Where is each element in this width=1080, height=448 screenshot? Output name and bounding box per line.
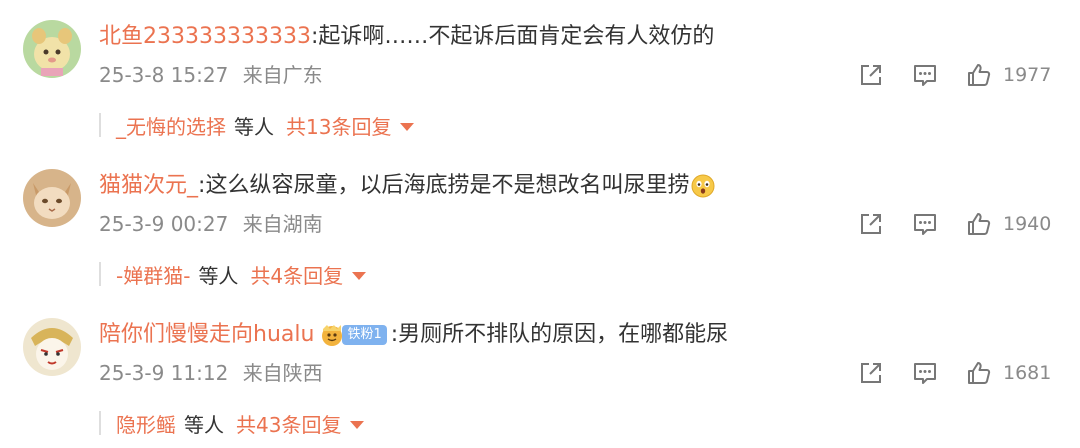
like-count: 1681 xyxy=(1003,362,1052,384)
surprised-face-icon xyxy=(691,174,715,198)
avatar[interactable] xyxy=(23,20,81,78)
comment-actions: 1977 xyxy=(858,58,1058,92)
timestamp: 25-3-9 00:27 xyxy=(99,212,229,236)
reply-divider xyxy=(99,113,101,137)
reply-summary[interactable]: -婵群猫- 等人 共4条回复 xyxy=(99,259,459,289)
comment-item: 北鱼233333333333 : 起诉啊……不起诉后面肯定会有人效仿的 25-3… xyxy=(0,0,1080,150)
comment-text: 男厕所不排队的原因，在哪都能尿 xyxy=(398,322,729,347)
dropdown-arrow-icon[interactable] xyxy=(350,420,365,429)
like-icon[interactable] xyxy=(966,211,992,237)
like-icon[interactable] xyxy=(966,62,992,88)
comment-icon[interactable] xyxy=(912,211,938,237)
comment-meta: 25-3-8 15:27 来自广东 xyxy=(99,60,323,90)
comment-feed: 北鱼233333333333 : 起诉啊……不起诉后面肯定会有人效仿的 25-3… xyxy=(0,0,1080,448)
comment-text-line: 陪你们慢慢走向hualu 铁粉1 : 男厕所不排队的原因，在哪都能尿 xyxy=(99,318,728,352)
location: 来自陕西 xyxy=(242,361,323,385)
share-icon[interactable] xyxy=(858,360,884,386)
share-icon[interactable] xyxy=(858,211,884,237)
username-link[interactable]: 陪你们慢慢走向hualu xyxy=(99,318,314,352)
avatar[interactable] xyxy=(23,169,81,227)
comment-text: 起诉啊……不起诉后面肯定会有人效仿的 xyxy=(318,24,715,49)
comment-text-line: 北鱼233333333333 : 起诉啊……不起诉后面肯定会有人效仿的 xyxy=(99,20,714,54)
reply-summary[interactable]: _无悔的选择 等人 共13条回复 xyxy=(99,110,459,140)
comment-item: 猫猫次元_ : 这么纵容尿童，以后海底捞是不是想改名叫尿里捞 25-3-9 00… xyxy=(0,149,1080,299)
colon: : xyxy=(310,24,319,49)
reply-count-link[interactable]: 共4条回复 xyxy=(250,260,343,289)
timestamp: 25-3-9 11:12 xyxy=(99,361,229,385)
like-count: 1940 xyxy=(1003,213,1052,235)
comment-text: 这么纵容尿童，以后海底捞是不是想改名叫尿里捞 xyxy=(205,173,690,198)
reply-etc: 等人 xyxy=(234,114,274,139)
comment-item: 陪你们慢慢走向hualu 铁粉1 : 男厕所不排队的原因，在哪都能尿 25-3-… xyxy=(0,298,1080,448)
colon: : xyxy=(198,173,206,198)
comment-actions: 1940 xyxy=(858,207,1058,241)
reply-etc: 等人 xyxy=(184,412,224,437)
reply-count-link[interactable]: 共13条回复 xyxy=(286,111,391,140)
like-count: 1977 xyxy=(1003,64,1052,86)
reply-count-link[interactable]: 共43条回复 xyxy=(236,409,341,438)
avatar[interactable] xyxy=(23,318,81,376)
reply-username[interactable]: 隐形鳐 xyxy=(116,409,176,438)
timestamp: 25-3-8 15:27 xyxy=(99,63,229,87)
location: 来自广东 xyxy=(242,63,323,87)
like-icon[interactable] xyxy=(966,360,992,386)
comment-text-line: 猫猫次元_ : 这么纵容尿童，以后海底捞是不是想改名叫尿里捞 xyxy=(99,169,715,203)
comment-meta: 25-3-9 00:27 来自湖南 xyxy=(99,209,323,239)
reply-etc: 等人 xyxy=(198,263,239,288)
reply-username[interactable]: _无悔的选择 xyxy=(116,111,226,140)
reply-divider xyxy=(99,411,101,435)
reply-divider xyxy=(99,262,101,286)
colon: : xyxy=(390,322,399,347)
reply-summary[interactable]: 隐形鳐 等人 共43条回复 xyxy=(99,408,459,438)
location: 来自湖南 xyxy=(242,212,323,236)
comment-icon[interactable] xyxy=(912,62,938,88)
fan-level-badge: 铁粉1 xyxy=(342,325,387,345)
comment-actions: 1681 xyxy=(858,356,1058,390)
dropdown-arrow-icon[interactable] xyxy=(352,271,367,280)
reply-username[interactable]: -婵群猫- xyxy=(116,260,190,289)
fan-badge-group[interactable]: 铁粉1 xyxy=(320,323,387,347)
comment-meta: 25-3-9 11:12 来自陕西 xyxy=(99,358,323,388)
share-icon[interactable] xyxy=(858,62,884,88)
username-link[interactable]: 北鱼233333333333 xyxy=(99,20,311,54)
comment-icon[interactable] xyxy=(912,360,938,386)
dropdown-arrow-icon[interactable] xyxy=(400,122,415,131)
username-link[interactable]: 猫猫次元_ xyxy=(99,169,198,203)
